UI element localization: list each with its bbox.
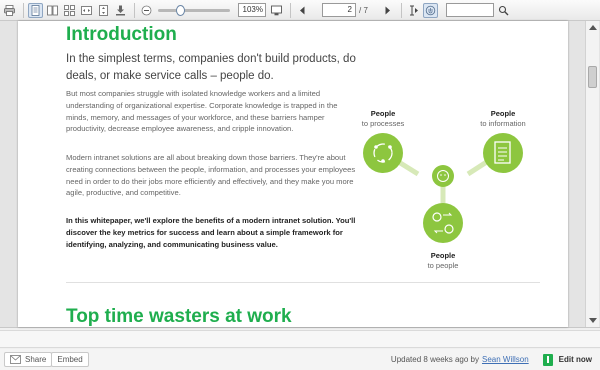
thumbnail-grid-icon[interactable] bbox=[62, 3, 77, 18]
print-icon[interactable] bbox=[2, 3, 17, 18]
fullscreen-monitor-icon[interactable] bbox=[269, 3, 284, 18]
summary-paragraph: In this whitepaper, we'll explore the be… bbox=[66, 216, 356, 249]
section-heading: Top time wasters at work bbox=[66, 306, 292, 327]
previous-page-icon[interactable] bbox=[295, 3, 310, 18]
scroll-down-arrow-icon[interactable] bbox=[589, 318, 597, 323]
edit-icon bbox=[542, 353, 553, 366]
body-paragraph: Modern intranet solutions are all about … bbox=[66, 153, 356, 198]
page-number-field[interactable]: 2 bbox=[322, 3, 356, 17]
body-paragraph: But most companies struggle with isolate… bbox=[66, 89, 338, 134]
embed-label: Embed bbox=[57, 355, 83, 364]
people-exchange-icon bbox=[423, 203, 463, 243]
section-divider bbox=[66, 282, 540, 283]
search-icon[interactable] bbox=[496, 3, 511, 18]
page-count: / 7 bbox=[359, 5, 368, 15]
toolbar-divider bbox=[400, 2, 402, 18]
intro-heading: Introduction bbox=[66, 24, 177, 45]
viewer-status-strip bbox=[0, 330, 600, 348]
updated-text: Updated 8 weeks ago by bbox=[390, 355, 479, 364]
vertical-scrollbar[interactable] bbox=[585, 21, 599, 327]
search-input[interactable] bbox=[445, 3, 494, 17]
updated-info: Updated 8 weeks ago by Sean Willson bbox=[391, 355, 529, 364]
processes-icon bbox=[363, 133, 403, 173]
fit-height-icon[interactable] bbox=[96, 3, 111, 18]
lead-paragraph: In the simplest terms, companies don't b… bbox=[66, 53, 356, 82]
download-icon[interactable] bbox=[113, 3, 128, 18]
zoom-level-field[interactable]: 103% bbox=[238, 3, 266, 17]
pan-hand-icon[interactable] bbox=[422, 2, 438, 18]
information-label: People to information bbox=[480, 109, 526, 128]
two-page-view-icon[interactable] bbox=[45, 3, 60, 18]
scroll-up-arrow-icon[interactable] bbox=[589, 25, 597, 30]
document-page: Introduction In the simplest terms, comp… bbox=[18, 21, 568, 327]
envelope-icon bbox=[10, 355, 21, 364]
document-footer: Share Embed Updated 8 weeks ago by Sean W… bbox=[0, 349, 600, 370]
edit-label: Edit now bbox=[558, 355, 592, 364]
information-document-icon bbox=[483, 133, 523, 173]
toolbar-divider bbox=[134, 2, 135, 18]
embed-button[interactable]: Embed bbox=[51, 352, 89, 367]
document-viewer: Introduction In the simplest terms, comp… bbox=[0, 21, 600, 328]
share-label: Share bbox=[25, 355, 47, 364]
people-label: People to people bbox=[427, 251, 459, 270]
toolbar-divider bbox=[290, 2, 291, 18]
next-page-icon[interactable] bbox=[380, 3, 395, 18]
scrollbar-thumb[interactable] bbox=[588, 66, 597, 88]
hub-smiley-icon bbox=[432, 165, 454, 187]
author-link[interactable]: Sean Willson bbox=[482, 355, 529, 364]
processes-label: People to processes bbox=[361, 109, 405, 128]
edit-now-button[interactable]: Edit now bbox=[542, 353, 592, 366]
share-button[interactable]: Share bbox=[4, 352, 53, 367]
single-page-view-icon[interactable] bbox=[28, 2, 43, 18]
toolbar-divider bbox=[23, 2, 24, 18]
viewer-toolbar: 103% 2 / 7 bbox=[0, 0, 600, 21]
fit-width-icon[interactable] bbox=[79, 3, 94, 18]
zoom-slider-thumb[interactable] bbox=[176, 4, 185, 16]
people-connection-diagram: People to processes People to information … bbox=[358, 83, 548, 270]
zoom-slider[interactable] bbox=[158, 4, 230, 16]
zoom-out-icon[interactable] bbox=[139, 3, 154, 18]
text-select-icon[interactable] bbox=[406, 3, 421, 18]
